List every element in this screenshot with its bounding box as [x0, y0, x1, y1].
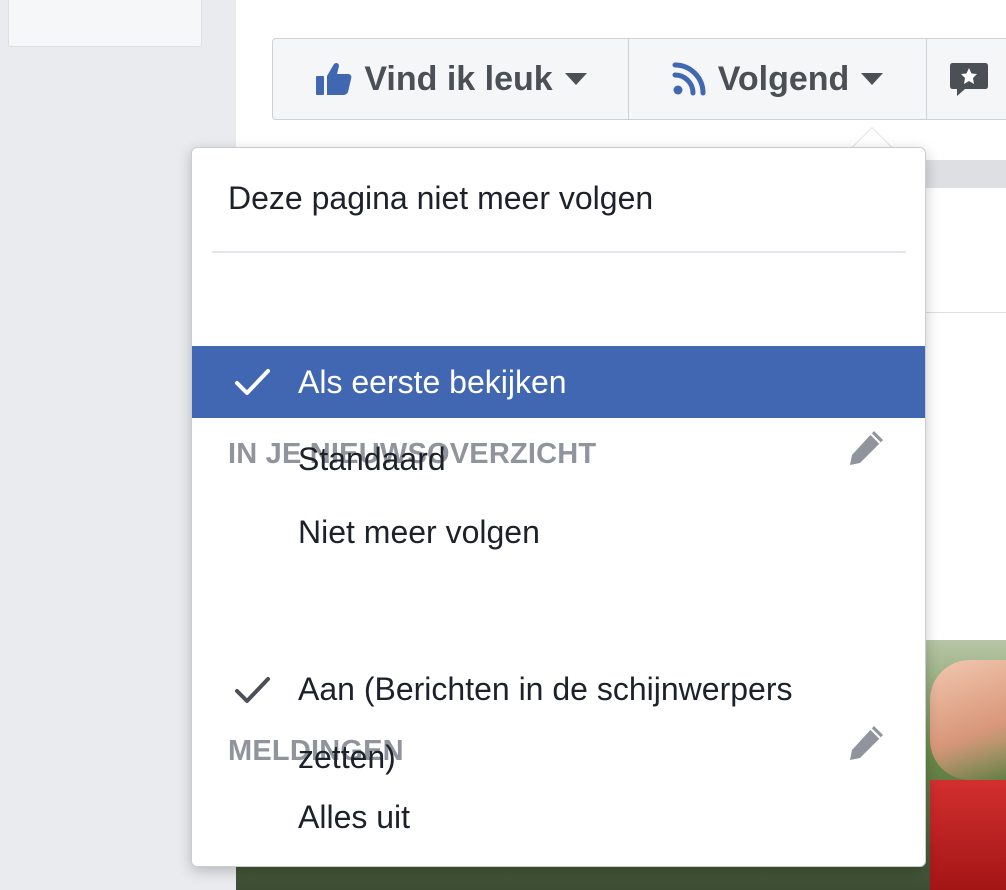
checkmark-icon: [232, 362, 272, 402]
rss-icon: [672, 62, 706, 96]
following-dropdown-menu: Deze pagina niet meer volgen IN JE NIEUW…: [191, 147, 926, 867]
speech-bubble-icon: [949, 59, 989, 99]
page-action-bar: Vind ik leuk Volgend: [272, 38, 1006, 120]
all-off-label: Alles uit: [298, 798, 411, 835]
photo-red-shirt: [930, 780, 1006, 890]
notifications-on-option[interactable]: Aan (Berichten in de schijnwerpers zette…: [192, 643, 925, 775]
see-first-option[interactable]: Als eerste bekijken: [192, 346, 925, 418]
following-caret-icon: [861, 73, 884, 85]
notifications-on-label: Aan (Berichten in de schijnwerpers zette…: [298, 671, 793, 775]
default-label: Standaard: [298, 440, 446, 477]
dropdown-pointer: [852, 128, 892, 148]
checkmark-icon: [232, 665, 272, 705]
like-button-label: Vind ik leuk: [364, 59, 553, 98]
see-first-label: Als eerste bekijken: [298, 363, 567, 400]
unfollow-option[interactable]: Niet meer volgen: [192, 496, 925, 568]
following-button-label: Volgend: [717, 59, 850, 98]
default-option[interactable]: Standaard: [192, 423, 925, 495]
unfollow-page-item[interactable]: Deze pagina niet meer volgen: [192, 162, 925, 234]
message-button[interactable]: [927, 39, 1006, 119]
thumbs-up-icon: [314, 61, 352, 97]
like-caret-icon: [564, 73, 587, 85]
following-button[interactable]: Volgend: [629, 39, 927, 119]
menu-divider: [212, 251, 906, 253]
photo-person: [930, 660, 1006, 780]
left-card: [8, 0, 202, 47]
all-off-option[interactable]: Alles uit: [192, 781, 925, 853]
unfollow-label: Niet meer volgen: [298, 513, 540, 550]
unfollow-page-label: Deze pagina niet meer volgen: [228, 179, 654, 216]
like-button[interactable]: Vind ik leuk: [273, 39, 629, 119]
